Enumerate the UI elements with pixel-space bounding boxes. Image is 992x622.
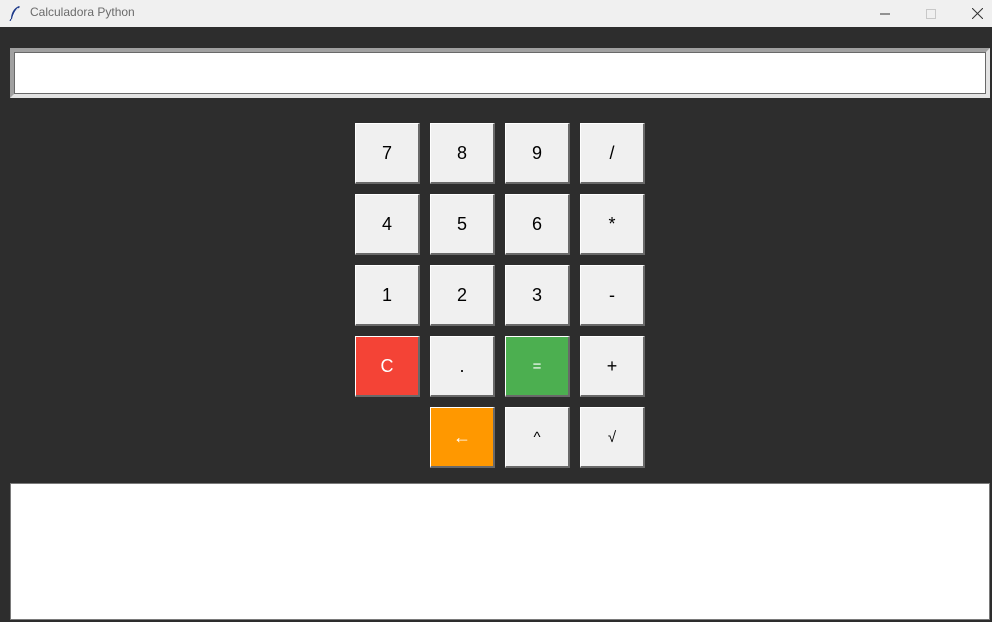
backspace-button[interactable]: ← [430, 407, 495, 468]
key-4[interactable]: 4 [355, 194, 420, 255]
key-5[interactable]: 5 [430, 194, 495, 255]
minimize-button[interactable] [862, 0, 908, 27]
window-title: Calculadora Python [30, 5, 135, 19]
minimize-icon [880, 13, 890, 14]
calculator-window: Calculadora Python 7 8 9 / 4 5 6 * 1 2 3… [0, 0, 992, 622]
add-button[interactable]: + [580, 336, 645, 397]
feather-icon [9, 6, 20, 21]
key-8[interactable]: 8 [430, 123, 495, 184]
clear-button[interactable]: C [355, 336, 420, 397]
square-root-button[interactable]: √ [580, 407, 645, 468]
close-button[interactable] [954, 0, 992, 27]
key-9[interactable]: 9 [505, 123, 570, 184]
divide-button[interactable]: / [580, 123, 645, 184]
expression-input[interactable] [10, 48, 990, 98]
power-button[interactable]: ^ [505, 407, 570, 468]
key-3[interactable]: 3 [505, 265, 570, 326]
key-7[interactable]: 7 [355, 123, 420, 184]
history-textbox[interactable] [10, 483, 990, 620]
title-bar[interactable]: Calculadora Python [0, 0, 992, 27]
subtract-button[interactable]: - [580, 265, 645, 326]
key-2[interactable]: 2 [430, 265, 495, 326]
key-1[interactable]: 1 [355, 265, 420, 326]
maximize-button[interactable] [908, 0, 954, 27]
key-6[interactable]: 6 [505, 194, 570, 255]
equals-button[interactable]: = [505, 336, 570, 397]
decimal-button[interactable]: . [430, 336, 495, 397]
multiply-button[interactable]: * [580, 194, 645, 255]
maximize-icon [926, 8, 936, 19]
close-icon [971, 8, 983, 19]
